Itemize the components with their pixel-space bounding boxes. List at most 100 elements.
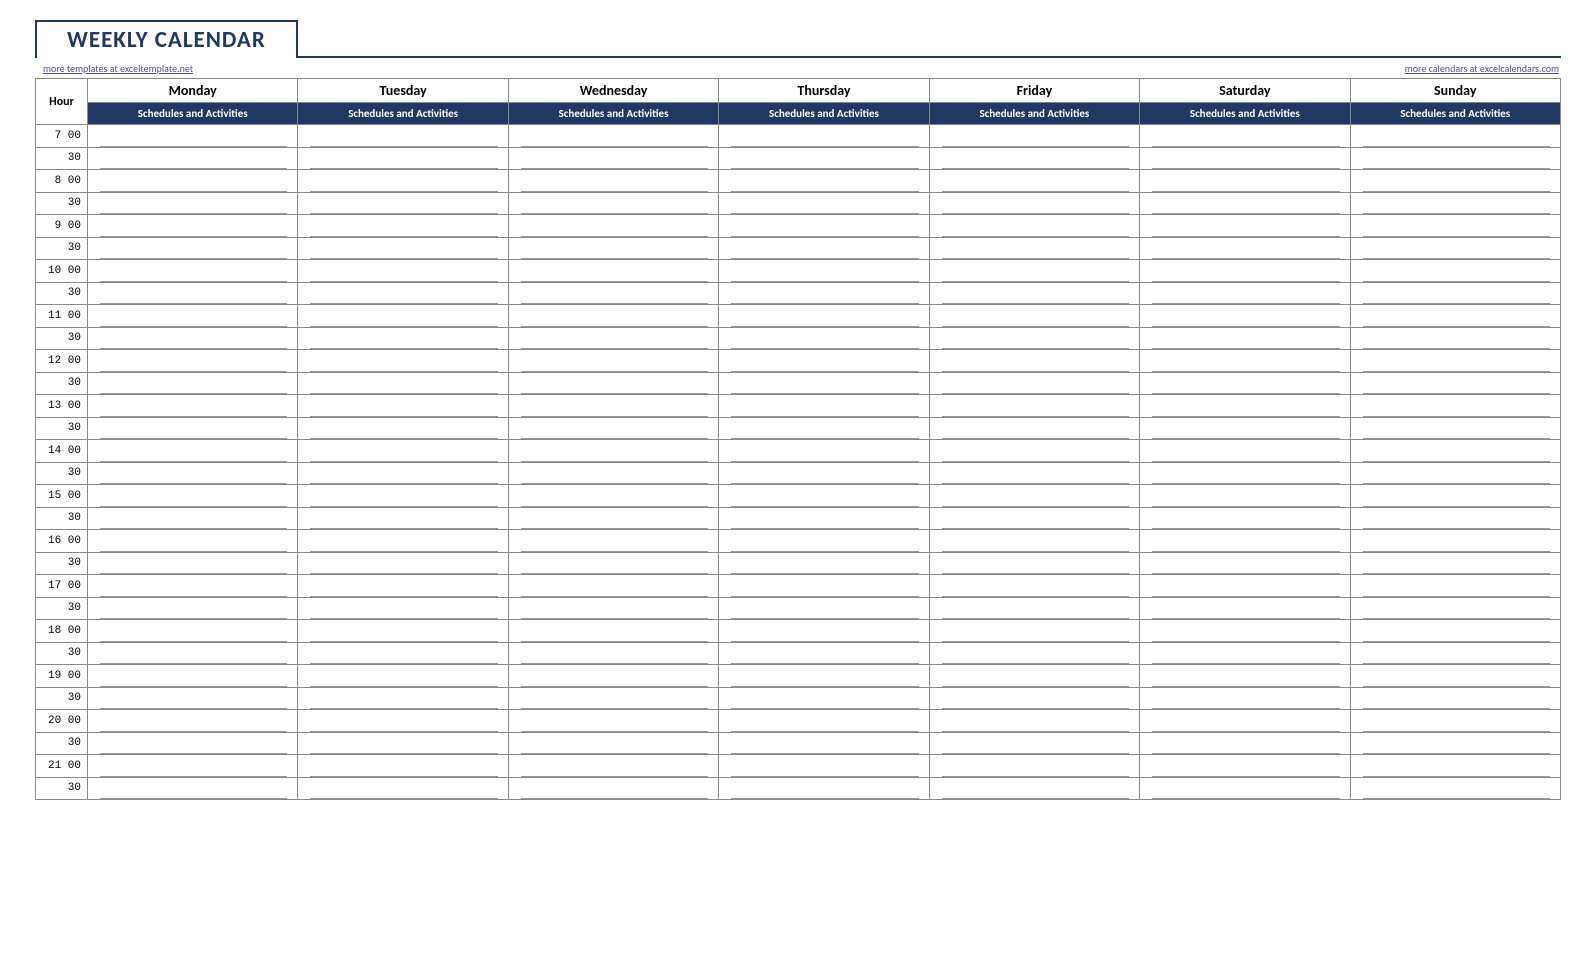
schedule-slot[interactable] [88,710,298,733]
schedule-slot[interactable] [1350,125,1560,148]
schedule-slot[interactable] [1350,530,1560,553]
schedule-slot[interactable] [719,170,929,193]
schedule-slot[interactable] [719,192,929,215]
schedule-slot[interactable] [508,327,718,350]
schedule-slot[interactable] [508,777,718,800]
schedule-slot[interactable] [929,462,1139,485]
schedule-slot[interactable] [88,597,298,620]
schedule-slot[interactable] [1140,417,1350,440]
schedule-slot[interactable] [1140,440,1350,463]
schedule-slot[interactable] [1140,575,1350,598]
schedule-slot[interactable] [508,237,718,260]
schedule-slot[interactable] [1350,440,1560,463]
schedule-slot[interactable] [719,125,929,148]
schedule-slot[interactable] [929,192,1139,215]
schedule-slot[interactable] [508,642,718,665]
schedule-slot[interactable] [298,665,508,688]
schedule-slot[interactable] [1140,327,1350,350]
schedule-slot[interactable] [929,327,1139,350]
schedule-slot[interactable] [88,732,298,755]
schedule-slot[interactable] [298,732,508,755]
schedule-slot[interactable] [1140,462,1350,485]
schedule-slot[interactable] [719,350,929,373]
schedule-slot[interactable] [929,777,1139,800]
schedule-slot[interactable] [929,237,1139,260]
schedule-slot[interactable] [719,147,929,170]
schedule-slot[interactable] [929,350,1139,373]
schedule-slot[interactable] [1350,620,1560,643]
schedule-slot[interactable] [929,755,1139,778]
schedule-slot[interactable] [1140,552,1350,575]
schedule-slot[interactable] [298,170,508,193]
schedule-slot[interactable] [88,552,298,575]
schedule-slot[interactable] [508,170,718,193]
schedule-slot[interactable] [508,710,718,733]
schedule-slot[interactable] [88,237,298,260]
templates-link[interactable]: more templates at exceltemplate.net [43,62,193,75]
schedule-slot[interactable] [1350,777,1560,800]
schedule-slot[interactable] [929,417,1139,440]
schedule-slot[interactable] [1350,507,1560,530]
schedule-slot[interactable] [1140,170,1350,193]
schedule-slot[interactable] [88,777,298,800]
schedule-slot[interactable] [1350,260,1560,283]
schedule-slot[interactable] [88,282,298,305]
schedule-slot[interactable] [719,597,929,620]
schedule-slot[interactable] [1350,462,1560,485]
schedule-slot[interactable] [719,237,929,260]
schedule-slot[interactable] [719,440,929,463]
schedule-slot[interactable] [1140,642,1350,665]
schedule-slot[interactable] [929,575,1139,598]
schedule-slot[interactable] [1350,642,1560,665]
schedule-slot[interactable] [1140,305,1350,328]
schedule-slot[interactable] [719,507,929,530]
schedule-slot[interactable] [929,305,1139,328]
schedule-slot[interactable] [88,125,298,148]
schedule-slot[interactable] [1140,125,1350,148]
schedule-slot[interactable] [719,395,929,418]
schedule-slot[interactable] [298,147,508,170]
schedule-slot[interactable] [508,687,718,710]
schedule-slot[interactable] [929,440,1139,463]
schedule-slot[interactable] [88,507,298,530]
schedule-slot[interactable] [719,777,929,800]
schedule-slot[interactable] [88,305,298,328]
schedule-slot[interactable] [88,260,298,283]
schedule-slot[interactable] [719,215,929,238]
schedule-slot[interactable] [88,147,298,170]
schedule-slot[interactable] [1350,215,1560,238]
schedule-slot[interactable] [929,597,1139,620]
schedule-slot[interactable] [1350,395,1560,418]
schedule-slot[interactable] [298,620,508,643]
schedule-slot[interactable] [508,755,718,778]
schedule-slot[interactable] [929,395,1139,418]
schedule-slot[interactable] [1140,260,1350,283]
schedule-slot[interactable] [508,260,718,283]
schedule-slot[interactable] [298,575,508,598]
schedule-slot[interactable] [508,147,718,170]
schedule-slot[interactable] [298,282,508,305]
schedule-slot[interactable] [719,755,929,778]
schedule-slot[interactable] [929,170,1139,193]
calendars-link[interactable]: more calendars at excelcalendars.com [1405,62,1559,75]
schedule-slot[interactable] [1140,147,1350,170]
schedule-slot[interactable] [298,215,508,238]
schedule-slot[interactable] [929,710,1139,733]
schedule-slot[interactable] [508,485,718,508]
schedule-slot[interactable] [719,282,929,305]
schedule-slot[interactable] [508,462,718,485]
schedule-slot[interactable] [298,777,508,800]
schedule-slot[interactable] [298,260,508,283]
schedule-slot[interactable] [298,755,508,778]
schedule-slot[interactable] [1140,192,1350,215]
schedule-slot[interactable] [1350,417,1560,440]
schedule-slot[interactable] [88,215,298,238]
schedule-slot[interactable] [1350,732,1560,755]
schedule-slot[interactable] [298,710,508,733]
schedule-slot[interactable] [1140,530,1350,553]
schedule-slot[interactable] [88,687,298,710]
schedule-slot[interactable] [298,530,508,553]
schedule-slot[interactable] [88,485,298,508]
schedule-slot[interactable] [508,530,718,553]
schedule-slot[interactable] [929,485,1139,508]
